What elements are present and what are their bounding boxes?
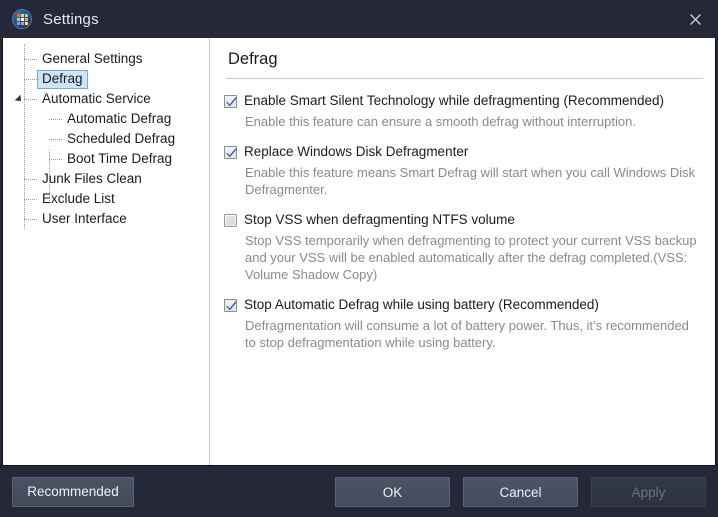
footer-button-group: OK Cancel Apply <box>335 477 706 507</box>
sidebar-item-label: General Settings <box>42 50 143 66</box>
checkbox-unchecked-icon[interactable] <box>224 214 237 227</box>
option-item: Enable Smart Silent Technology while def… <box>224 93 715 130</box>
sidebar-item-defrag[interactable]: Defrag <box>3 69 209 89</box>
sidebar-item-general-settings[interactable]: General Settings <box>3 49 209 69</box>
option-item: Stop Automatic Defrag while using batter… <box>224 297 715 351</box>
sidebar-item-label: Scheduled Defrag <box>67 130 176 146</box>
checkbox-checked-icon[interactable] <box>224 146 237 159</box>
cancel-button[interactable]: Cancel <box>463 477 578 507</box>
option-title: Replace Windows Disk Defragmenter <box>244 144 469 159</box>
option-description: Enable this feature means Smart Defrag w… <box>245 165 696 197</box>
window-title: Settings <box>43 10 99 28</box>
option-item: Replace Windows Disk Defragmenter Enable … <box>224 144 715 198</box>
tree-connector <box>49 139 62 140</box>
tree-connector <box>49 159 62 160</box>
chevron-expand-icon[interactable] <box>14 94 24 104</box>
sidebar-item-automatic-defrag[interactable]: Automatic Defrag <box>3 109 209 129</box>
tree-connector <box>49 119 62 120</box>
title-bar: Settings <box>0 0 718 38</box>
tree-connector <box>24 59 37 60</box>
settings-window: Settings General Settings Defrag Automatic… <box>0 0 718 517</box>
sidebar-item-user-interface[interactable]: User Interface <box>3 209 209 229</box>
footer-bar: Recommended OK Cancel Apply <box>0 465 718 517</box>
sidebar-item-junk-files-clean[interactable]: Junk Files Clean <box>3 169 209 189</box>
option-title: Stop VSS when defragmenting NTFS volume <box>244 212 515 227</box>
recommended-button[interactable]: Recommended <box>12 476 134 507</box>
tree-connector <box>24 79 37 80</box>
sidebar-item-boot-time-defrag[interactable]: Boot Time Defrag <box>3 149 209 169</box>
sidebar-item-label: Boot Time Defrag <box>67 150 173 166</box>
tree-connector <box>24 219 37 220</box>
option-checkbox-row[interactable]: Replace Windows Disk Defragmenter <box>224 144 715 160</box>
sidebar-item-label: User Interface <box>42 210 127 226</box>
tree-connector <box>24 179 37 180</box>
app-logo-icon <box>12 9 32 29</box>
option-item: Stop VSS when defragmenting NTFS volume S… <box>224 212 715 283</box>
option-description: Enable this feature can ensure a smooth … <box>245 114 636 129</box>
sidebar-item-automatic-service[interactable]: Automatic Service <box>3 89 209 109</box>
tree-connector <box>24 99 37 100</box>
sidebar-item-label: Defrag <box>37 69 88 89</box>
option-title: Enable Smart Silent Technology while def… <box>244 93 664 108</box>
option-description: Stop VSS temporarily when defragmenting … <box>245 233 697 282</box>
option-description: Defragmentation will consume a lot of ba… <box>245 318 689 350</box>
ok-button[interactable]: OK <box>335 477 450 507</box>
options-list: Enable Smart Silent Technology while def… <box>210 79 715 351</box>
option-checkbox-row[interactable]: Stop Automatic Defrag while using batter… <box>224 297 715 313</box>
checkbox-checked-icon[interactable] <box>224 299 237 312</box>
settings-nav-tree: General Settings Defrag Automatic Service A… <box>3 38 210 465</box>
apply-button: Apply <box>591 477 706 507</box>
checkbox-checked-icon[interactable] <box>224 95 237 108</box>
close-icon[interactable] <box>672 0 718 38</box>
option-checkbox-row[interactable]: Enable Smart Silent Technology while def… <box>224 93 715 109</box>
sidebar-item-label: Junk Files Clean <box>42 170 142 186</box>
option-checkbox-row[interactable]: Stop VSS when defragmenting NTFS volume <box>224 212 715 228</box>
sidebar-item-exclude-list[interactable]: Exclude List <box>3 189 209 209</box>
option-title: Stop Automatic Defrag while using batter… <box>244 297 599 312</box>
sidebar-item-label: Exclude List <box>42 190 115 206</box>
tree-connector <box>24 199 37 200</box>
window-body: General Settings Defrag Automatic Service A… <box>2 38 716 465</box>
page-title: Defrag <box>228 50 278 68</box>
content-pane: Defrag Enable Smart Silent Technology wh… <box>210 38 715 465</box>
sidebar-item-label: Automatic Defrag <box>67 110 172 126</box>
sidebar-item-label: Automatic Service <box>42 90 151 106</box>
sidebar-item-scheduled-defrag[interactable]: Scheduled Defrag <box>3 129 209 149</box>
